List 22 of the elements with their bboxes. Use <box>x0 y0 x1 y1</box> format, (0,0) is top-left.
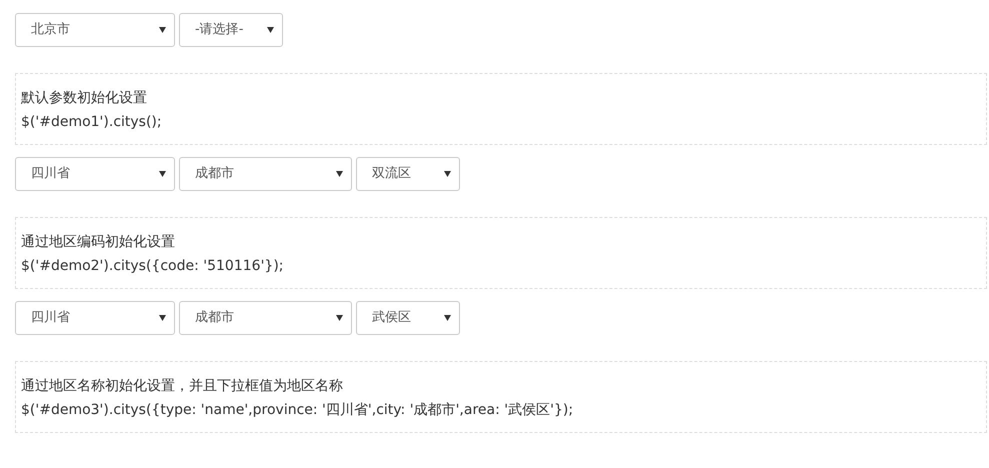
dropdown[interactable]: -请选择- <box>179 13 283 47</box>
note-title: 通过地区名称初始化设置，并且下拉框值为地区名称 <box>21 377 344 396</box>
caret-down-icon <box>159 315 166 321</box>
dropdown[interactable]: 四川省 <box>15 157 175 191</box>
dropdown[interactable]: 双流区 <box>356 157 460 191</box>
dropdown[interactable]: 北京市 <box>15 13 175 47</box>
caret-down-icon <box>267 27 274 33</box>
dropdown[interactable]: 武侯区 <box>356 301 460 335</box>
code-line: $('#demo2').citys({code: '510116'}); <box>21 257 284 276</box>
code-line: $('#demo3').citys({type: 'name',province: '四川省',city: '成都市',area: '武侯区'}); <box>21 401 574 420</box>
note-title: 默认参数初始化设置 <box>21 89 148 108</box>
caret-down-icon <box>444 171 451 177</box>
caret-down-icon <box>336 171 343 177</box>
dropdown[interactable]: 成都市 <box>179 157 352 191</box>
code-line: $('#demo1').citys(); <box>21 113 163 132</box>
note-title: 通过地区编码初始化设置 <box>21 233 176 252</box>
caret-down-icon <box>336 315 343 321</box>
caret-down-icon <box>444 315 451 321</box>
caret-down-icon <box>159 27 166 33</box>
caret-down-icon <box>159 171 166 177</box>
dropdown[interactable]: 四川省 <box>15 301 175 335</box>
dropdown[interactable]: 成都市 <box>179 301 352 335</box>
